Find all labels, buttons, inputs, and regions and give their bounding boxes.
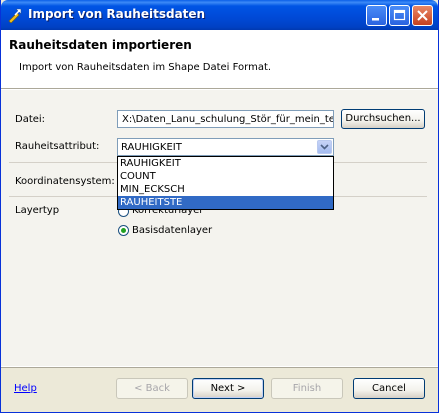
attribute-label: Rauheitsattribut: xyxy=(15,141,100,152)
chevron-down-icon xyxy=(320,144,329,150)
finish-button[interactable]: Finish xyxy=(271,378,343,399)
coordinate-system-label: Koordinatensystem: xyxy=(15,176,115,187)
radio-base-data-layer-label[interactable]: Basisdatenlayer xyxy=(132,225,212,236)
attribute-selected-value: RAUHIGKEIT xyxy=(121,142,182,153)
footer-divider xyxy=(1,367,438,368)
back-button[interactable]: < Back xyxy=(116,378,188,399)
radio-selected-dot xyxy=(121,228,126,233)
radio-base-data-layer[interactable] xyxy=(118,225,129,236)
maximize-button[interactable] xyxy=(389,5,410,26)
window-title: Import von Rauheitsdaten xyxy=(28,7,206,21)
page-title: Rauheitsdaten importieren xyxy=(9,38,192,52)
form-panel xyxy=(1,90,438,366)
layertype-label: Layertyp xyxy=(15,205,60,216)
cancel-button[interactable]: Cancel xyxy=(353,378,425,399)
dropdown-option[interactable]: MIN_ECKSCH xyxy=(118,183,333,196)
dropdown-option-highlighted[interactable]: RAUHEITSTE xyxy=(118,196,333,209)
wizard-header: Rauheitsdaten importieren Import von Rau… xyxy=(1,30,438,89)
maximize-icon xyxy=(393,9,406,21)
file-path-value: X:\Daten_Lanu_schulung_Stör_für_mein_te xyxy=(122,114,334,125)
dropdown-option[interactable]: COUNT xyxy=(118,170,333,183)
minimize-button[interactable] xyxy=(366,5,387,26)
title-bar[interactable]: Import von Rauheitsdaten xyxy=(1,0,438,30)
file-label: Datei: xyxy=(15,114,46,125)
next-button[interactable]: Next > xyxy=(192,378,264,399)
browse-button[interactable]: Durchsuchen... xyxy=(341,109,425,129)
attribute-select[interactable]: RAUHIGKEIT xyxy=(117,138,334,156)
import-dialog: Import von Rauheitsdaten Rauheitsdaten i… xyxy=(0,0,439,413)
dropdown-arrow-button[interactable] xyxy=(317,140,332,154)
wizard-body xyxy=(1,89,438,368)
minimize-icon xyxy=(372,18,379,21)
close-button[interactable] xyxy=(412,5,433,26)
page-description: Import von Rauheitsdaten im Shape Datei … xyxy=(19,62,272,73)
attribute-dropdown-list: RAUHIGKEIT COUNT MIN_ECKSCH RAUHEITSTE xyxy=(117,156,334,210)
help-link[interactable]: Help xyxy=(14,383,37,394)
file-path-input[interactable]: X:\Daten_Lanu_schulung_Stör_für_mein_te xyxy=(117,110,334,128)
close-icon xyxy=(417,10,428,21)
import-icon xyxy=(8,8,22,23)
dropdown-option[interactable]: RAUHIGKEIT xyxy=(118,157,333,170)
